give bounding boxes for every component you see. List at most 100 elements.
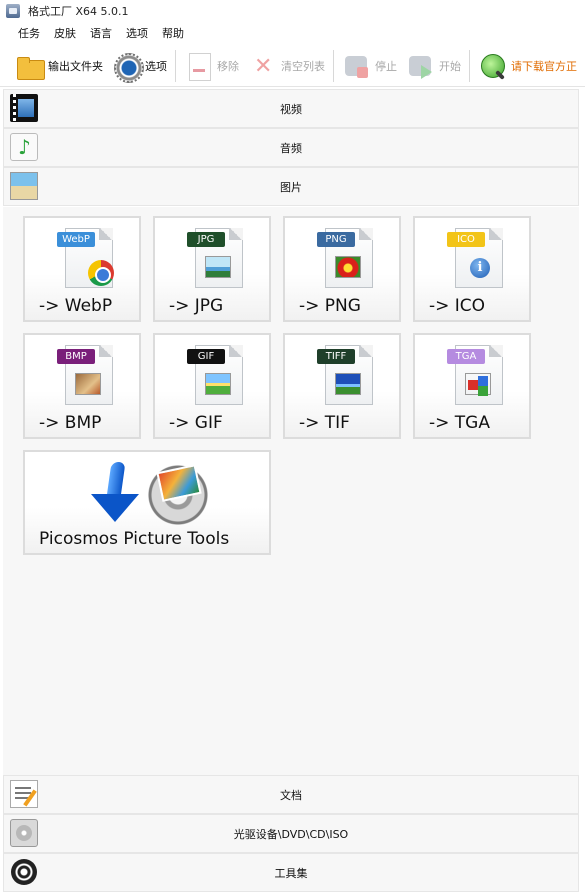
file-fold bbox=[359, 345, 373, 357]
file-fold bbox=[489, 228, 503, 240]
clear-x-icon bbox=[248, 51, 278, 81]
animation-image-icon bbox=[205, 373, 231, 395]
picture-icon bbox=[10, 172, 38, 200]
file-tag: BMP bbox=[57, 349, 95, 364]
start-button[interactable]: 开始 bbox=[403, 48, 464, 84]
globe-search-icon bbox=[478, 51, 508, 81]
start-play-icon bbox=[406, 51, 436, 81]
painting-image-icon bbox=[75, 373, 101, 395]
remove-label: 移除 bbox=[217, 59, 239, 73]
category-tools[interactable]: 工具集 bbox=[3, 853, 579, 892]
tile-to-gif[interactable]: GIF -> GIF bbox=[153, 333, 271, 439]
file-fold bbox=[99, 345, 113, 357]
tile-to-bmp[interactable]: BMP -> BMP bbox=[23, 333, 141, 439]
tile-to-tga[interactable]: TGA -> TGA bbox=[413, 333, 531, 439]
file-fold bbox=[489, 345, 503, 357]
tile-label: -> PNG bbox=[299, 296, 361, 316]
landscape-image-icon bbox=[335, 373, 361, 395]
stop-label: 停止 bbox=[375, 59, 397, 73]
category-video[interactable]: 视频 bbox=[3, 89, 579, 128]
tile-picosmos-tools[interactable]: Picosmos Picture Tools bbox=[23, 450, 271, 555]
file-tag: JPG bbox=[187, 232, 225, 247]
menu-skin[interactable]: 皮肤 bbox=[48, 23, 82, 43]
download-official-label: 请下载官方正 bbox=[511, 59, 577, 73]
download-official-button[interactable]: 请下载官方正 bbox=[475, 48, 580, 84]
file-tag: ICO bbox=[447, 232, 485, 247]
stop-button[interactable]: 停止 bbox=[339, 48, 400, 84]
menu-help[interactable]: 帮助 bbox=[156, 23, 190, 43]
category-image[interactable]: 图片 bbox=[3, 167, 579, 206]
tile-label: Picosmos Picture Tools bbox=[39, 529, 230, 549]
folder-icon bbox=[15, 51, 45, 81]
remove-button[interactable]: 移除 bbox=[181, 48, 242, 84]
landscape-image-icon bbox=[205, 256, 231, 278]
tile-to-ico[interactable]: ICO i -> ICO bbox=[413, 216, 531, 322]
tile-label: -> ICO bbox=[429, 296, 486, 316]
menu-bar: 任务 皮肤 语言 选项 帮助 bbox=[0, 22, 585, 44]
film-reel-icon bbox=[10, 858, 38, 886]
file-tag: WebP bbox=[57, 232, 95, 247]
category-optical-label: 光驱设备\DVD\CD\ISO bbox=[233, 827, 349, 841]
window-title: 格式工厂 X64 5.0.1 bbox=[28, 5, 129, 18]
file-fold bbox=[359, 228, 373, 240]
toolbar-separator bbox=[469, 49, 470, 82]
menu-options[interactable]: 选项 bbox=[120, 23, 154, 43]
file-fold bbox=[229, 228, 243, 240]
clear-list-button[interactable]: 清空列表 bbox=[245, 48, 328, 84]
document-edit-icon bbox=[10, 780, 38, 808]
menu-task[interactable]: 任务 bbox=[12, 23, 46, 43]
bmp-file-icon: BMP bbox=[57, 345, 113, 405]
disc-drive-icon bbox=[10, 819, 38, 847]
category-image-label: 图片 bbox=[280, 180, 302, 194]
music-note-icon bbox=[10, 133, 38, 161]
gif-file-icon: GIF bbox=[187, 345, 243, 405]
blocks-image-icon bbox=[465, 373, 491, 395]
chrome-icon bbox=[88, 260, 114, 286]
picosmos-gear-icon bbox=[147, 464, 209, 526]
category-document[interactable]: 文档 bbox=[3, 775, 579, 814]
tile-label: -> JPG bbox=[169, 296, 224, 316]
category-audio[interactable]: 音频 bbox=[3, 128, 579, 167]
jpg-file-icon: JPG bbox=[187, 228, 243, 288]
download-arrow-icon bbox=[87, 462, 143, 528]
toolbar-separator bbox=[333, 49, 334, 82]
tile-label: -> GIF bbox=[169, 413, 223, 433]
tile-label: -> WebP bbox=[39, 296, 113, 316]
file-tag: PNG bbox=[317, 232, 355, 247]
category-tools-label: 工具集 bbox=[274, 866, 308, 880]
tile-label: -> BMP bbox=[39, 413, 102, 433]
tile-to-tif[interactable]: TIFF -> TIF bbox=[283, 333, 401, 439]
info-icon: i bbox=[470, 258, 490, 278]
file-fold bbox=[229, 345, 243, 357]
category-optical-drive[interactable]: 光驱设备\DVD\CD\ISO bbox=[3, 814, 579, 853]
tile-label: -> TIF bbox=[299, 413, 350, 433]
file-fold bbox=[99, 228, 113, 240]
category-document-label: 文档 bbox=[280, 788, 302, 802]
app-icon bbox=[6, 4, 20, 18]
options-label: 选项 bbox=[145, 59, 167, 73]
output-folder-label: 输出文件夹 bbox=[48, 59, 103, 73]
menu-language[interactable]: 语言 bbox=[84, 23, 118, 43]
start-label: 开始 bbox=[439, 59, 461, 73]
options-button[interactable]: 选项 bbox=[109, 48, 170, 84]
toolbar: 输出文件夹 选项 移除 清空列表 停止 开始 请下载官方正 bbox=[0, 45, 585, 87]
tile-label: -> TGA bbox=[429, 413, 490, 433]
stop-icon bbox=[342, 51, 372, 81]
tile-to-png[interactable]: PNG -> PNG bbox=[283, 216, 401, 322]
clear-list-label: 清空列表 bbox=[281, 59, 325, 73]
file-tag: GIF bbox=[187, 349, 225, 364]
ico-file-icon: ICO i bbox=[447, 228, 503, 288]
toolbar-separator bbox=[175, 49, 176, 82]
output-folder-button[interactable]: 输出文件夹 bbox=[12, 48, 106, 84]
gear-icon bbox=[112, 51, 144, 83]
file-tag: TIFF bbox=[317, 349, 355, 364]
tile-to-webp[interactable]: WebP -> WebP bbox=[23, 216, 141, 322]
tile-to-jpg[interactable]: JPG -> JPG bbox=[153, 216, 271, 322]
file-tag: TGA bbox=[447, 349, 485, 364]
flower-image-icon bbox=[335, 256, 361, 278]
film-icon bbox=[10, 94, 38, 122]
webp-file-icon: WebP bbox=[57, 228, 114, 288]
tif-file-icon: TIFF bbox=[317, 345, 373, 405]
image-tools-panel: WebP -> WebP JPG -> JPG PNG -> PNG ICO i bbox=[3, 207, 579, 775]
remove-document-icon bbox=[184, 51, 214, 81]
